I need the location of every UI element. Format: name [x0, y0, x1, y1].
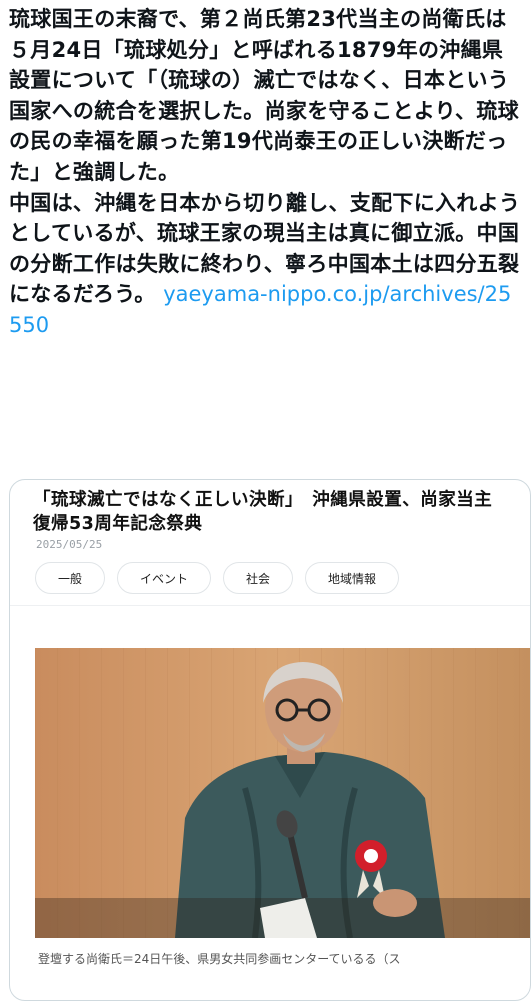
post-paragraph-2: 中国は、沖縄を日本から切り離し、支配下に入れようとしているが、琉球王家の現当主は… — [9, 188, 524, 341]
post-text: 琉球国王の末裔で、第２尚氏第23代当主の尚衛氏は５月24日「琉球処分」と呼ばれる… — [9, 4, 524, 341]
speaker-photo-image — [35, 648, 530, 938]
card-title: 「琉球滅亡ではなく正しい決断」 沖縄県設置、尚家当主 復帰53周年記念祭典 — [33, 490, 511, 534]
tag-list: 一般 イベント 社会 地域情報 — [35, 562, 400, 594]
article-photo — [35, 648, 530, 938]
card-date: 2025/05/25 — [36, 538, 103, 551]
link-preview-card[interactable]: 「琉球滅亡ではなく正しい決断」 沖縄県設置、尚家当主 復帰53周年記念祭典 20… — [9, 479, 531, 1001]
post-paragraph-1: 琉球国王の末裔で、第２尚氏第23代当主の尚衛氏は５月24日「琉球処分」と呼ばれる… — [9, 7, 519, 184]
tag-event[interactable]: イベント — [117, 562, 212, 594]
card-divider — [10, 605, 530, 606]
tag-society[interactable]: 社会 — [223, 562, 294, 594]
photo-caption: 登壇する尚衛氏＝24日午後、県男女共同参画センターているる（ス — [38, 952, 401, 966]
tag-general[interactable]: 一般 — [35, 562, 106, 594]
tag-local-info[interactable]: 地域情報 — [305, 562, 400, 594]
